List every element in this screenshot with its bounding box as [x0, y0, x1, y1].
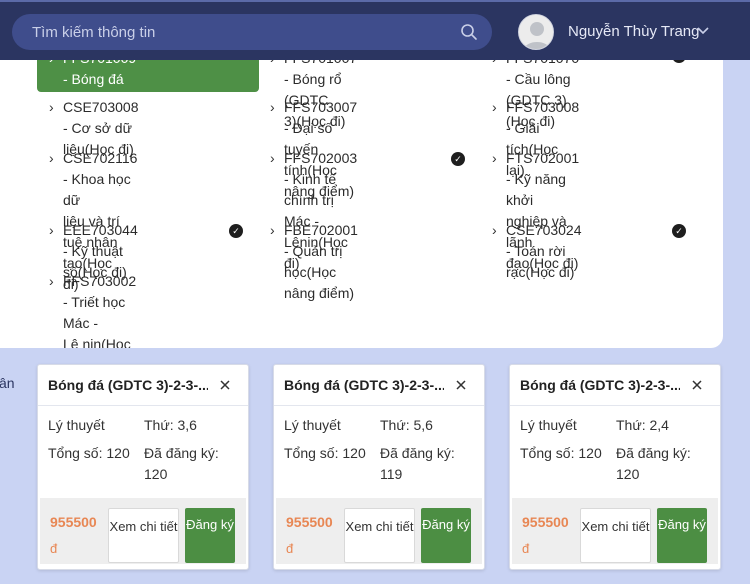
class-type: Lý thuyết: [48, 417, 105, 433]
class-card: Bóng đá (GDTC 3)-2-3-... Lý thuyết Thứ: …: [37, 364, 249, 570]
check-icon: ✓: [229, 224, 243, 238]
registered-label: Đã đăng ký:: [144, 445, 219, 461]
class-type: Lý thuyết: [520, 417, 577, 433]
class-day: Thứ: 3,6: [144, 417, 197, 433]
divider: [38, 405, 248, 406]
close-icon[interactable]: [455, 379, 467, 391]
card-title: Bóng đá (GDTC 3)-2-3-...: [48, 377, 208, 393]
course-line: FFS703002 - Triết học Mác -: [63, 273, 137, 331]
view-detail-button[interactable]: Xem chi tiết: [108, 508, 179, 563]
chevron-right-icon: ›: [270, 60, 275, 69]
class-type: Lý thuyết: [284, 417, 341, 433]
class-day: Thứ: 2,4: [616, 417, 669, 433]
class-total: Tổng số: 120: [284, 445, 366, 461]
user-avatar-icon: [519, 15, 553, 49]
course-list-panel: › FFS701009 - Bóng đá (GDTC3)(Học đi) › …: [0, 60, 723, 348]
currency: đ: [522, 541, 530, 556]
price: 955500: [522, 514, 569, 530]
card-title: Bóng đá (GDTC 3)-2-3-...: [284, 377, 444, 393]
chevron-right-icon: ›: [49, 222, 54, 238]
user-name[interactable]: Nguyễn Thùy Trang: [568, 23, 699, 40]
view-detail-button[interactable]: Xem chi tiết: [580, 508, 651, 563]
register-button[interactable]: Đăng ký: [185, 508, 235, 563]
class-card: Bóng đá (GDTC 3)-2-3-... Lý thuyết Thứ: …: [509, 364, 721, 570]
divider: [510, 405, 720, 406]
class-card: Bóng đá (GDTC 3)-2-3-... Lý thuyết Thứ: …: [273, 364, 485, 570]
check-icon: ✓: [451, 152, 465, 166]
register-button[interactable]: Đăng ký: [421, 508, 471, 563]
course-line: FBE702001 - Quản trị: [284, 222, 358, 259]
registered-label: Đã đăng ký:: [616, 445, 691, 461]
registered-count: 120: [144, 466, 168, 482]
section-label: ân: [0, 375, 15, 391]
class-total: Tổng số: 120: [520, 445, 602, 461]
search-icon[interactable]: [460, 23, 478, 41]
course-line: FTS702001 - Kỹ năng khởi: [506, 150, 580, 208]
chevron-right-icon: ›: [270, 150, 275, 166]
chevron-right-icon: ›: [492, 60, 497, 69]
chevron-right-icon: ›: [492, 99, 497, 115]
course-line: CSE702116 - Khoa học dữ: [63, 150, 138, 208]
price: 955500: [286, 514, 333, 530]
card-footer: 955500 đ Xem chi tiết Đăng ký: [276, 498, 482, 564]
course-line: Lê nin(Học nâng điểm): [63, 336, 131, 348]
chevron-down-icon[interactable]: [696, 26, 710, 36]
class-total: Tổng số: 120: [48, 445, 130, 461]
course-line: FFS702003 - Kinh tế: [284, 150, 358, 187]
currency: đ: [50, 541, 58, 556]
registered-label: Đã đăng ký:: [380, 445, 455, 461]
card-title: Bóng đá (GDTC 3)-2-3-...: [520, 377, 680, 393]
view-detail-button[interactable]: Xem chi tiết: [344, 508, 415, 563]
top-header-bar: Nguyễn Thùy Trang: [0, 0, 750, 60]
close-icon[interactable]: [219, 379, 231, 391]
register-button[interactable]: Đăng ký: [657, 508, 707, 563]
check-icon: ✓: [672, 60, 686, 63]
chevron-right-icon: ›: [49, 273, 54, 289]
registered-count: 120: [616, 466, 640, 482]
chevron-right-icon: ›: [49, 99, 54, 115]
registered-count: 119: [380, 466, 403, 482]
chevron-right-icon: ›: [492, 222, 497, 238]
currency: đ: [286, 541, 294, 556]
price: 955500: [50, 514, 97, 530]
course-line: FFS701070 - Cầu lông: [506, 60, 579, 87]
close-icon[interactable]: [691, 379, 703, 391]
search-box[interactable]: [12, 14, 492, 50]
chevron-right-icon: ›: [492, 150, 497, 166]
class-day: Thứ: 5,6: [380, 417, 433, 433]
course-line: rạc(Học đi): [506, 264, 575, 280]
course-line: học(Học nâng điểm): [284, 264, 355, 301]
card-footer: 955500 đ Xem chi tiết Đăng ký: [40, 498, 246, 564]
avatar[interactable]: [518, 14, 554, 50]
chevron-right-icon: ›: [270, 99, 275, 115]
course-line: CSE703008 - Cơ sở dữ: [63, 99, 139, 136]
chevron-right-icon: ›: [49, 150, 54, 166]
search-input[interactable]: [32, 22, 452, 42]
course-line: CSE703024 - Toán rời: [506, 222, 582, 259]
course-line: EEE703044 - Kỹ thuật: [63, 222, 138, 259]
chevron-right-icon: ›: [270, 222, 275, 238]
chevron-right-icon: ›: [49, 60, 54, 69]
check-icon: ✓: [672, 224, 686, 238]
card-footer: 955500 đ Xem chi tiết Đăng ký: [512, 498, 718, 564]
divider: [274, 405, 484, 406]
